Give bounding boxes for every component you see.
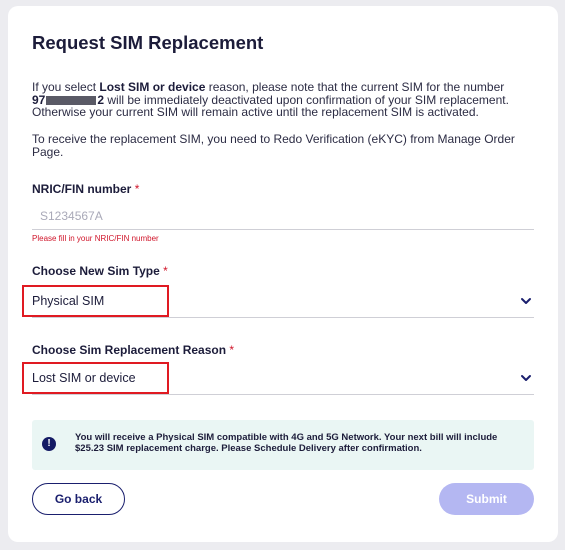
sim-type-label: Choose New Sim Type * [32, 264, 168, 278]
reason-selected-value: Lost SIM or device [22, 362, 169, 394]
intro-suffix: will be immediately deactivated upon con… [32, 92, 509, 119]
submit-button[interactable]: Submit [439, 483, 534, 515]
chevron-down-icon [521, 298, 531, 304]
required-mark: * [229, 343, 235, 357]
nric-label: NRIC/FIN number * [32, 182, 139, 196]
required-mark: * [163, 264, 168, 278]
exclamation-icon: ! [42, 437, 56, 451]
redacted-number [46, 95, 97, 105]
chevron-down-icon [521, 375, 531, 381]
reason-label: Choose Sim Replacement Reason * [32, 343, 234, 357]
nric-error-text: Please fill in your NRIC/FIN number [32, 234, 159, 243]
nric-input[interactable] [32, 202, 534, 230]
ekyc-paragraph: To receive the replacement SIM, you need… [32, 132, 515, 159]
info-banner: ! You will receive a Physical SIM compat… [32, 420, 534, 470]
sim-type-select[interactable]: Physical SIM [22, 284, 534, 318]
sim-replacement-card: Request SIM Replacement If you select Lo… [8, 6, 558, 542]
required-mark: * [134, 182, 140, 196]
reason-label-text: Choose Sim Replacement Reason [32, 343, 227, 357]
page-title: Request SIM Replacement [32, 32, 264, 53]
sim-type-selected-value: Physical SIM [22, 285, 169, 317]
go-back-button[interactable]: Go back [32, 483, 125, 515]
reason-select[interactable]: Lost SIM or device [22, 361, 534, 395]
sim-type-label-text: Choose New Sim Type [32, 264, 160, 278]
intro-paragraph: If you select Lost SIM or device reason,… [32, 81, 540, 119]
info-text: You will receive a Physical SIM compatib… [75, 432, 498, 454]
nric-label-text: NRIC/FIN number [32, 182, 132, 196]
